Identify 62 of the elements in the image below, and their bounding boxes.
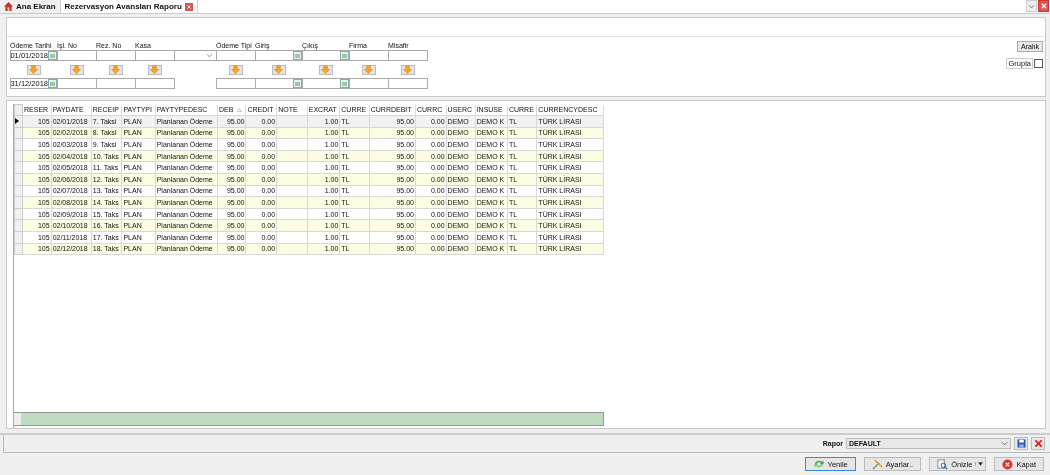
close-button[interactable]	[1038, 0, 1049, 12]
input-field[interactable]	[96, 50, 136, 61]
copy-down-button[interactable]	[271, 64, 286, 75]
input-field[interactable]	[255, 50, 303, 61]
input-field[interactable]	[255, 78, 303, 89]
arrow-down-icon	[111, 65, 120, 74]
home-icon	[4, 2, 13, 11]
copy-down-button[interactable]	[26, 64, 41, 75]
calendar-icon[interactable]	[340, 79, 349, 88]
input-field[interactable]	[96, 78, 136, 89]
arrow-down-icon	[403, 65, 412, 74]
copy-down-button[interactable]	[400, 64, 415, 75]
input-field[interactable]	[57, 78, 97, 89]
dropdown-button[interactable]	[1026, 0, 1037, 12]
input-field[interactable]	[302, 50, 350, 61]
input-field[interactable]	[216, 50, 256, 61]
arrow-down-icon	[364, 65, 373, 74]
chevron-down-icon	[1028, 3, 1035, 9]
row-indicator-cell	[14, 413, 21, 425]
copy-down-button[interactable]	[318, 64, 333, 75]
copy-down-button[interactable]	[147, 64, 162, 75]
input-field[interactable]	[388, 78, 428, 89]
chevron-down-icon	[206, 53, 213, 58]
copy-down-button[interactable]	[228, 64, 243, 75]
copy-down-button[interactable]	[69, 64, 84, 75]
arrow-down-icon	[231, 65, 240, 74]
input-field[interactable]	[302, 78, 350, 89]
delete-button[interactable]	[1031, 437, 1045, 450]
sort-icon	[237, 108, 243, 113]
input-field[interactable]	[216, 78, 256, 89]
close-icon	[1002, 458, 1014, 470]
close-icon	[1040, 3, 1047, 9]
refresh-icon	[812, 459, 825, 469]
caret-icon	[978, 462, 984, 466]
tab[interactable]: Ana Ekran	[0, 0, 61, 13]
arrow-down-icon	[72, 65, 81, 74]
chevron-down-icon	[1001, 441, 1008, 446]
calendar-icon[interactable]	[48, 79, 57, 88]
tools-icon	[871, 458, 883, 470]
input-field[interactable]	[349, 50, 389, 61]
magnifier-icon	[937, 458, 949, 470]
input-field[interactable]	[388, 50, 428, 61]
cross-icon	[1033, 439, 1043, 448]
arrow-down-icon	[29, 65, 38, 74]
calendar-icon[interactable]	[293, 51, 302, 60]
arrow-down-icon	[321, 65, 330, 74]
input-field[interactable]	[135, 78, 175, 89]
calendar-icon[interactable]	[340, 51, 349, 60]
input-field[interactable]	[135, 50, 175, 61]
arrow-down-icon	[274, 65, 283, 74]
copy-down-button[interactable]	[108, 64, 123, 75]
copy-down-button[interactable]	[361, 64, 376, 75]
input-field[interactable]	[349, 78, 389, 89]
calendar-icon[interactable]	[48, 51, 57, 60]
input-field[interactable]	[57, 50, 97, 61]
close-icon[interactable]	[184, 2, 193, 11]
current-row-icon	[15, 117, 19, 124]
arrow-down-icon	[150, 65, 159, 74]
group-checkbox[interactable]	[1034, 59, 1043, 68]
calendar-icon[interactable]	[293, 79, 302, 88]
dropdown-field[interactable]	[174, 50, 217, 61]
save-button[interactable]	[1014, 437, 1028, 450]
